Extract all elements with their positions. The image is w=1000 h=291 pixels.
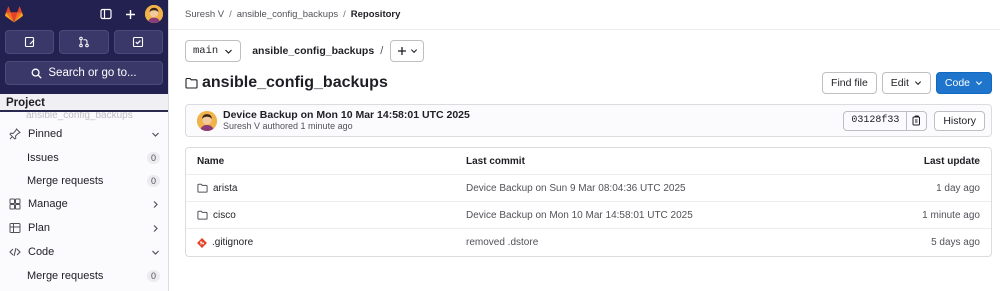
planning-icon [8, 221, 22, 235]
sidebar-item-label: Code [28, 246, 55, 258]
issues-shortcut-button[interactable] [5, 30, 55, 54]
code-button[interactable]: Code [935, 72, 992, 94]
chevron-down-icon [225, 49, 233, 54]
code-label: Code [944, 77, 970, 89]
folder-icon [185, 77, 198, 90]
table-row[interactable]: .gitignore removed .dstore 5 days ago [186, 229, 991, 256]
sidebar-item-plan[interactable]: Plan [0, 216, 168, 240]
chevron-down-icon [914, 81, 921, 86]
avatar[interactable] [197, 110, 217, 131]
find-file-button[interactable]: Find file [822, 72, 877, 94]
sidebar-item-label: Issues [27, 151, 59, 164]
breadcrumb-project[interactable]: ansible_config_backups [237, 9, 338, 20]
add-to-tree-button[interactable] [390, 40, 425, 62]
folder-icon [197, 210, 208, 220]
table-row[interactable]: cisco Device Backup on Mon 10 Mar 14:58:… [186, 202, 991, 229]
chevron-right-icon [150, 223, 160, 233]
edit-label: Edit [890, 77, 909, 89]
chevron-down-icon [410, 49, 417, 54]
sidebar-header: Search or go to... [0, 0, 168, 93]
chevron-down-icon [975, 81, 983, 86]
sidebar-item-label: Merge requests [27, 174, 104, 187]
column-header-name: Name [197, 155, 225, 167]
user-avatar[interactable] [145, 5, 163, 23]
commit-message-link[interactable]: Device Backup on Sun 9 Mar 08:04:36 UTC … [466, 183, 860, 194]
table-row[interactable]: arista Device Backup on Sun 9 Mar 08:04:… [186, 175, 991, 202]
last-update: 1 minute ago [922, 209, 980, 221]
branch-name: main [193, 45, 219, 57]
commit-message-link[interactable]: Device Backup on Mon 10 Mar 14:58:01 UTC… [466, 210, 860, 221]
sidebar-item-manage[interactable]: Manage [0, 192, 168, 216]
commit-sha[interactable]: 03128f33 [844, 111, 908, 130]
main-content: Suresh V / ansible_config_backups / Repo… [169, 0, 1000, 291]
breadcrumb-separator: / [229, 9, 232, 20]
sidebar-item-code[interactable]: Code [0, 240, 168, 264]
sidebar-item-label: Plan [28, 222, 51, 234]
code-icon [8, 245, 22, 259]
file-name-link[interactable]: .gitignore [212, 237, 253, 248]
history-button[interactable]: History [934, 110, 985, 131]
file-tree-table: Name Last commit Last update arista Devi… [185, 147, 992, 257]
plus-icon[interactable] [121, 5, 139, 23]
search-label: Search or go to... [48, 67, 137, 79]
count-badge: 0 [147, 269, 160, 282]
history-label: History [943, 114, 976, 127]
search-icon [31, 68, 43, 79]
chevron-down-icon [150, 247, 160, 257]
page-title: ansible_config_backups [202, 74, 388, 91]
chevron-right-icon [150, 199, 160, 209]
file-name-link[interactable]: cisco [213, 210, 236, 221]
breadcrumb-current[interactable]: Repository [351, 9, 401, 20]
find-file-label: Find file [831, 77, 868, 89]
edit-button[interactable]: Edit [881, 72, 931, 94]
sidebar-item-issues[interactable]: Issues 0 [0, 146, 168, 169]
pin-icon [8, 127, 22, 141]
sidebar-toggle-icon[interactable] [97, 5, 115, 23]
sidebar-item-label: Merge requests [27, 269, 104, 282]
project-name-ghost: ansible_config_backups [26, 112, 133, 121]
breadcrumb-user[interactable]: Suresh V [185, 9, 224, 20]
count-badge: 0 [147, 151, 160, 164]
breadcrumb-separator: / [343, 9, 346, 20]
search-button[interactable]: Search or go to... [5, 61, 163, 85]
breadcrumb: Suresh V / ansible_config_backups / Repo… [169, 0, 1000, 30]
chevron-down-icon [150, 129, 160, 139]
commit-title-link[interactable]: Device Backup on Mon 10 Mar 14:58:01 UTC… [223, 109, 843, 121]
context-label: Project [0, 93, 168, 112]
gitlab-logo-icon[interactable] [5, 4, 27, 24]
branch-selector[interactable]: main [185, 40, 242, 62]
last-commit-panel: Device Backup on Mon 10 Mar 14:58:01 UTC… [185, 104, 992, 137]
sidebar: Search or go to... Project ansible_confi… [0, 0, 169, 291]
plus-icon [397, 47, 406, 55]
last-update: 5 days ago [931, 237, 980, 248]
path-separator: / [380, 45, 384, 57]
users-icon [8, 197, 22, 211]
column-header-commit: Last commit [466, 155, 525, 167]
table-header: Name Last commit Last update [186, 148, 991, 175]
todo-shortcut-button[interactable] [113, 30, 163, 54]
merge-requests-shortcut-button[interactable] [59, 30, 109, 54]
commit-sha-group: 03128f33 [843, 110, 928, 131]
sidebar-item-label: Manage [28, 198, 68, 210]
commit-meta: Suresh V authored 1 minute ago [223, 121, 353, 132]
sidebar-item-merge-requests[interactable]: Merge requests 0 [0, 264, 168, 287]
folder-icon [197, 183, 208, 193]
sidebar-item-label: Pinned [28, 128, 63, 140]
count-badge: 0 [147, 174, 160, 187]
last-update: 1 day ago [936, 182, 980, 194]
column-header-update: Last update [923, 155, 980, 167]
file-name-link[interactable]: arista [213, 183, 237, 194]
commit-message-link[interactable]: removed .dstore [466, 237, 860, 248]
copy-icon[interactable] [907, 112, 926, 130]
sidebar-item-merge-requests-pinned[interactable]: Merge requests 0 [0, 169, 168, 192]
repo-path-link[interactable]: ansible_config_backups [252, 45, 374, 57]
git-file-icon [197, 237, 207, 248]
sidebar-item-pinned[interactable]: Pinned [0, 122, 168, 146]
